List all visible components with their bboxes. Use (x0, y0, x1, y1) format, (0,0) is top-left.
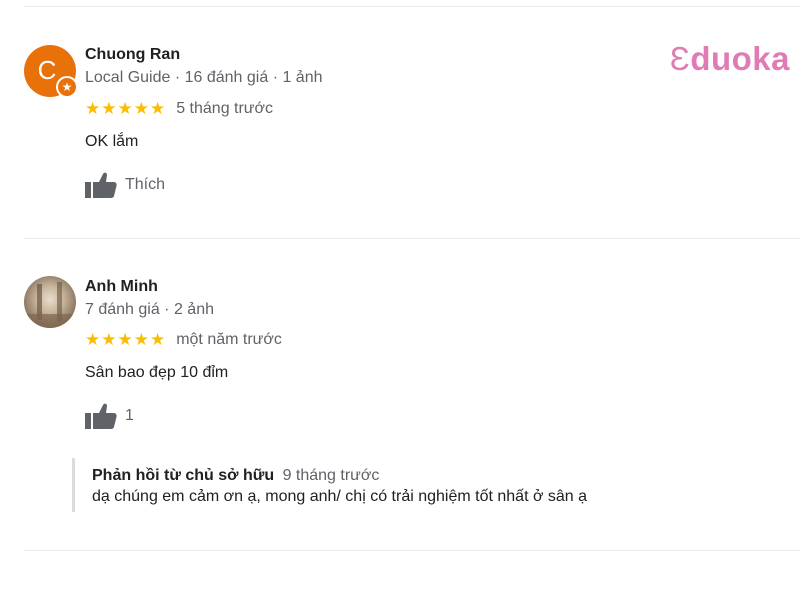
local-guide-star-icon: ★ (56, 76, 78, 98)
owner-reply-text: dạ chúng em cảm ơn ạ, mong anh/ chị có t… (92, 488, 588, 505)
review-time: một năm trước (176, 331, 282, 348)
like-button[interactable]: 1 (85, 403, 134, 429)
avatar-letter: C (37, 54, 57, 85)
reviewer-name[interactable]: Anh Minh (85, 278, 158, 296)
reviewer-name[interactable]: Chuong Ran (85, 46, 180, 64)
star-rating: ★★★★★ (85, 330, 167, 349)
star-rating: ★★★★★ (85, 99, 167, 118)
reviewer-meta: Local Guide · 16 đánh giá · 1 ảnh (85, 69, 323, 86)
avatar[interactable] (24, 276, 76, 328)
rating-row: ★★★★★ một năm trước (85, 330, 282, 350)
owner-reply-title: Phản hồi từ chủ sở hữu (92, 467, 275, 484)
divider-middle (24, 238, 800, 239)
like-label: Thích (125, 176, 166, 193)
divider-bottom (24, 550, 800, 551)
divider-top (24, 6, 800, 7)
eduoka-logo: Ɛduoka (669, 40, 790, 77)
reviewer-meta: 7 đánh giá · 2 ảnh (85, 301, 214, 318)
review-text: Sân bao đẹp 10 đỉm (85, 364, 229, 381)
review-text: OK lắm (85, 133, 139, 150)
review-time: 5 tháng trước (176, 100, 274, 117)
owner-reply-header: Phản hồi từ chủ sở hữu 9 tháng trước (92, 458, 587, 485)
like-button[interactable]: Thích (85, 172, 165, 198)
rating-row: ★★★★★ 5 tháng trước (85, 99, 273, 119)
owner-reply-time: 9 tháng trước (282, 467, 380, 484)
like-count: 1 (125, 407, 134, 424)
owner-reply: Phản hồi từ chủ sở hữu 9 tháng trước dạ … (72, 458, 587, 512)
thumbs-up-icon (85, 403, 117, 429)
thumbs-up-icon (85, 172, 117, 198)
